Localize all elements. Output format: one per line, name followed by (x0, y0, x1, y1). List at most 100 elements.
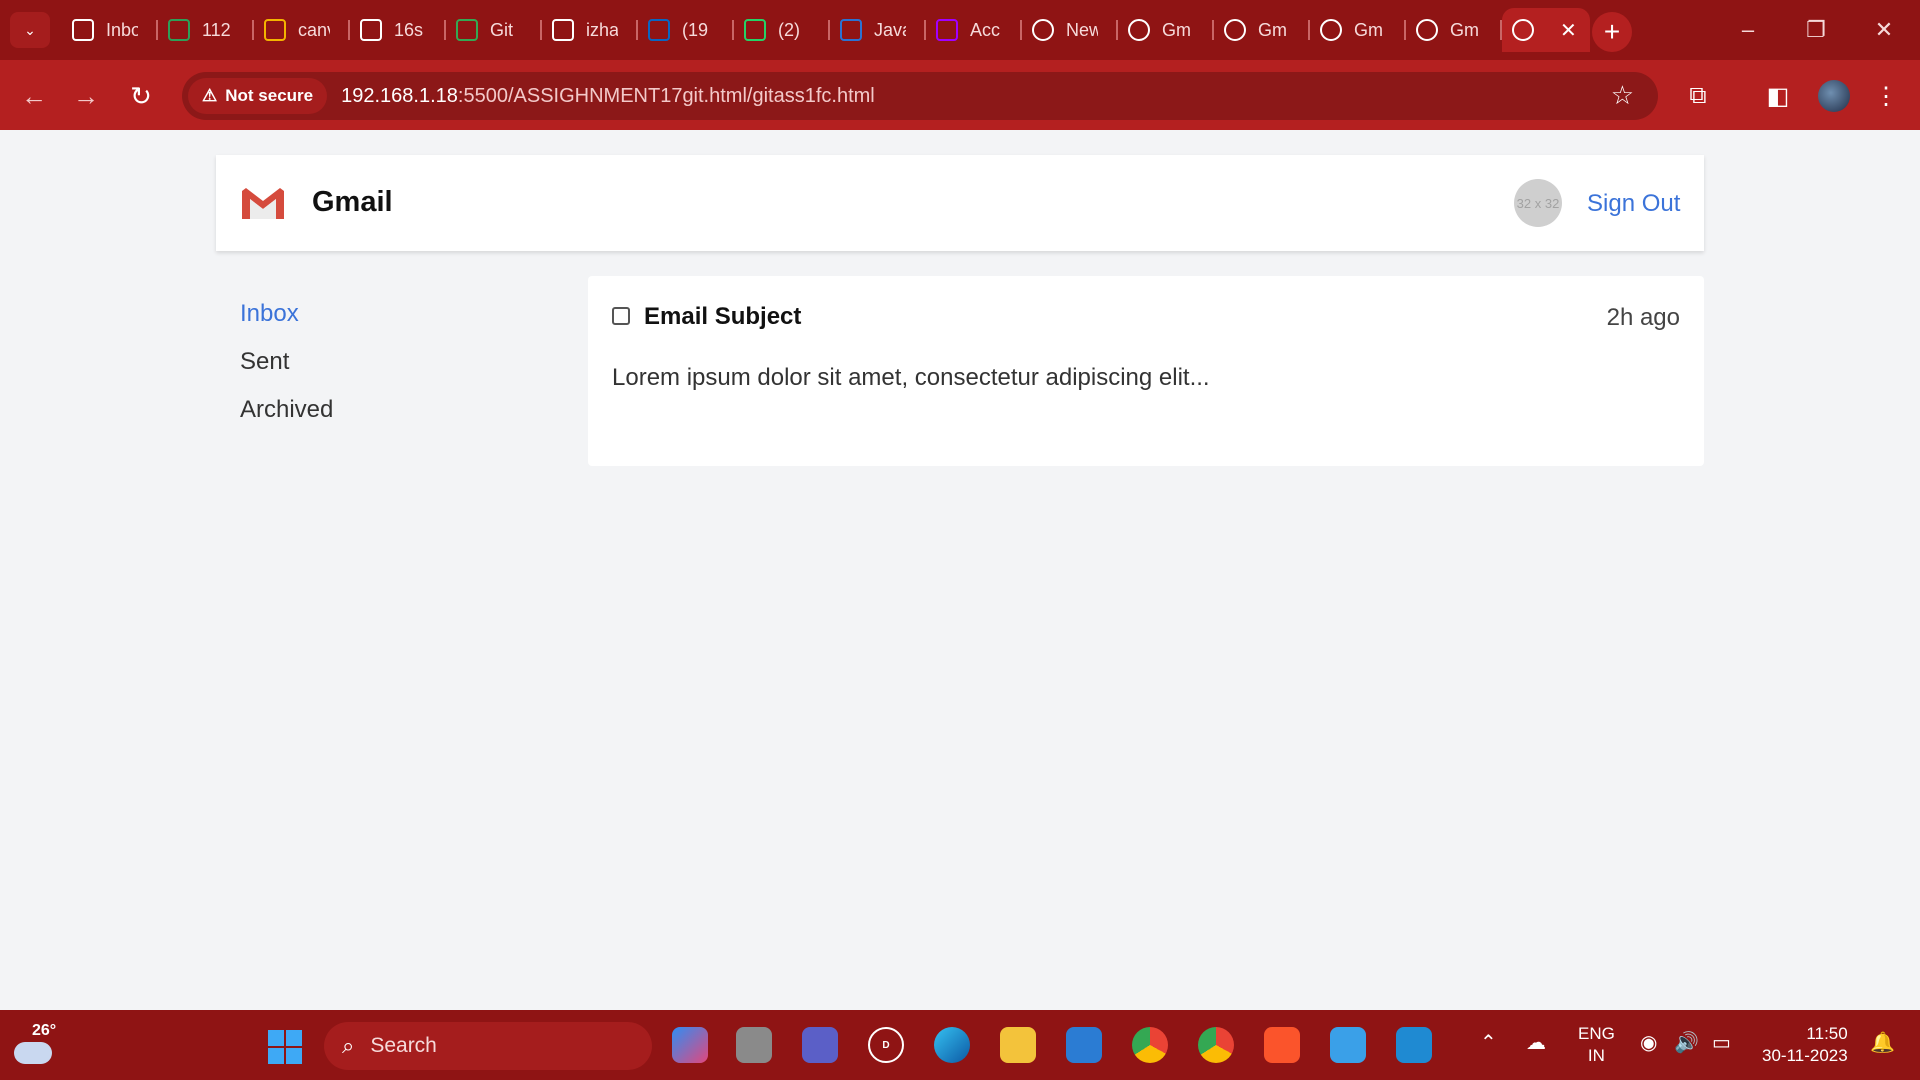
onedrive-cloud-icon[interactable]: ☁ (1526, 1030, 1546, 1055)
browser-tab[interactable]: canva (254, 8, 350, 52)
globe-icon (1320, 19, 1342, 41)
search-icon: ⌕ (342, 1033, 355, 1058)
profile-avatar (1818, 80, 1850, 112)
file-explorer-icon[interactable] (1000, 1027, 1036, 1063)
sidebar-item-inbox[interactable]: Inbox (240, 300, 333, 348)
browser-tab[interactable]: 16s (350, 8, 446, 52)
browser-tab[interactable]: izha (542, 8, 638, 52)
tab-title: 16s (394, 19, 424, 40)
browser-tab[interactable]: Inbox (62, 8, 158, 52)
arrow-left-icon: ← (21, 80, 47, 111)
notepad-icon[interactable] (1330, 1027, 1366, 1063)
new-tab-button[interactable]: + (1592, 12, 1632, 52)
email-timestamp: 2h ago (1606, 304, 1680, 331)
bookmark-star-icon[interactable]: ☆ (1611, 80, 1634, 111)
side-panel-icon[interactable]: ◧ (1758, 76, 1798, 116)
browser-tab[interactable]: (2) (734, 8, 830, 52)
vscode-icon[interactable] (1396, 1027, 1432, 1063)
plus-icon: + (1603, 16, 1621, 47)
tab-title: (19 (682, 19, 709, 40)
globe-icon (1224, 19, 1246, 41)
tab-title: Git (490, 19, 514, 40)
tab-list: Inbox 112 canva 16s Git izha (19 (2) Java Acc New G… (62, 8, 1590, 52)
chrome-profile-icon[interactable] (1198, 1027, 1234, 1063)
browser-tab[interactable]: Gm (1310, 8, 1406, 52)
sheets-icon (168, 19, 190, 41)
back-button[interactable]: ← (14, 76, 54, 116)
browser-tab[interactable]: 112 (158, 8, 254, 52)
security-indicator[interactable]: ⚠ Not secure (188, 78, 328, 114)
chevron-down-icon: ⌄ (24, 21, 36, 38)
chrome-icon[interactable] (1132, 1027, 1168, 1063)
gmail-icon (72, 19, 94, 41)
taskbar-search[interactable]: ⌕ Search (324, 1022, 652, 1070)
system-clock[interactable]: 11:50 30-11-2023 (1762, 1023, 1848, 1067)
gmail-logo-icon (242, 188, 284, 219)
url-path: :5500/ASSIGHNMENT17git.html/gitass1fc.ht… (457, 84, 875, 107)
reload-button[interactable]: ↻ (121, 76, 161, 116)
forward-button[interactable]: → (66, 76, 106, 116)
browser-tab[interactable]: Gm (1406, 8, 1502, 52)
github-icon (552, 19, 574, 41)
whatsapp-icon (744, 19, 766, 41)
browser-tab[interactable]: Gm (1118, 8, 1214, 52)
wifi-icon[interactable]: ◉ (1640, 1030, 1657, 1055)
tab-title: (2) (778, 19, 800, 40)
close-window-button[interactable]: ✕ (1854, 12, 1914, 48)
edge-icon[interactable] (934, 1027, 970, 1063)
chevron-up-icon[interactable]: ⌃ (1480, 1030, 1497, 1055)
teams-chat-icon[interactable] (802, 1027, 838, 1063)
tab-strip: ⌄ Inbox 112 canva 16s Git izha (19 (2) Java Acc Ne… (0, 0, 1920, 60)
close-tab-icon[interactable]: ✕ (1560, 18, 1577, 43)
browser-tab[interactable]: Acc (926, 8, 1022, 52)
minimize-button[interactable]: – (1718, 12, 1778, 48)
address-bar[interactable]: ⚠ Not secure 192.168.1.18:5500/ASSIGHNME… (182, 72, 1658, 120)
brave-icon[interactable] (1264, 1027, 1300, 1063)
weather-widget[interactable]: 26° (10, 1022, 56, 1068)
security-label: Not secure (225, 86, 314, 105)
sidebar-item-sent[interactable]: Sent (240, 348, 333, 396)
browser-tab[interactable]: New (1022, 8, 1118, 52)
reload-icon: ↻ (130, 80, 152, 111)
globe-icon (1128, 19, 1150, 41)
menu-kebab-icon[interactable]: ⋮ (1866, 76, 1906, 116)
avatar[interactable]: 32 x 32 (1514, 179, 1562, 227)
app-header: Gmail 32 x 32 Sign Out (216, 155, 1704, 251)
tab-title: canva (298, 19, 330, 40)
globe-icon (1512, 19, 1534, 41)
clock-time: 11:50 (1806, 1024, 1848, 1043)
browser-tab[interactable]: Java (830, 8, 926, 52)
profile-button[interactable] (1814, 76, 1854, 116)
sign-out-link[interactable]: Sign Out (1587, 190, 1680, 218)
browser-tab[interactable]: (19 (638, 8, 734, 52)
url-text[interactable]: 192.168.1.18:5500/ASSIGHNMENT17git.html/… (341, 85, 875, 108)
copilot-icon[interactable] (672, 1027, 708, 1063)
browser-tab[interactable]: Gm (1214, 8, 1310, 52)
email-select-checkbox[interactable] (612, 307, 630, 325)
email-subject[interactable]: Email Subject (644, 303, 801, 331)
dell-icon[interactable]: D (868, 1027, 904, 1063)
sidebar-item-archived[interactable]: Archived (240, 396, 333, 444)
email-item[interactable]: Email Subject 2h ago Lorem ipsum dolor s… (588, 276, 1704, 466)
globe-icon (1416, 19, 1438, 41)
browser-tab[interactable]: Git (446, 8, 542, 52)
browser-toolbar: ← → ↻ ⚠ Not secure 192.168.1.18:5500/ASS… (0, 60, 1920, 130)
tab-title: Gm (1450, 19, 1479, 40)
browser-tab-active[interactable]: ✕ (1502, 8, 1590, 52)
weather-temperature: 26° (32, 1022, 57, 1039)
task-view-icon[interactable] (736, 1027, 772, 1063)
tab-search-button[interactable]: ⌄ (10, 12, 50, 48)
drive-triangle-icon (264, 19, 286, 41)
battery-icon[interactable]: ▭ (1712, 1030, 1731, 1055)
extensions-icon[interactable]: ⧉ (1678, 76, 1718, 116)
sidebar-nav: Inbox Sent Archived (240, 300, 333, 444)
notifications-icon[interactable]: 🔔 (1870, 1030, 1895, 1055)
tab-title: izha (586, 19, 618, 40)
arrow-right-icon: → (73, 80, 99, 111)
wordpress-icon (360, 19, 382, 41)
mail-icon[interactable] (1066, 1027, 1102, 1063)
language-indicator[interactable]: ENG IN (1578, 1023, 1615, 1067)
restore-button[interactable]: ❐ (1786, 12, 1846, 48)
start-windows-icon[interactable] (268, 1030, 302, 1064)
volume-icon[interactable]: 🔊 (1674, 1030, 1699, 1055)
